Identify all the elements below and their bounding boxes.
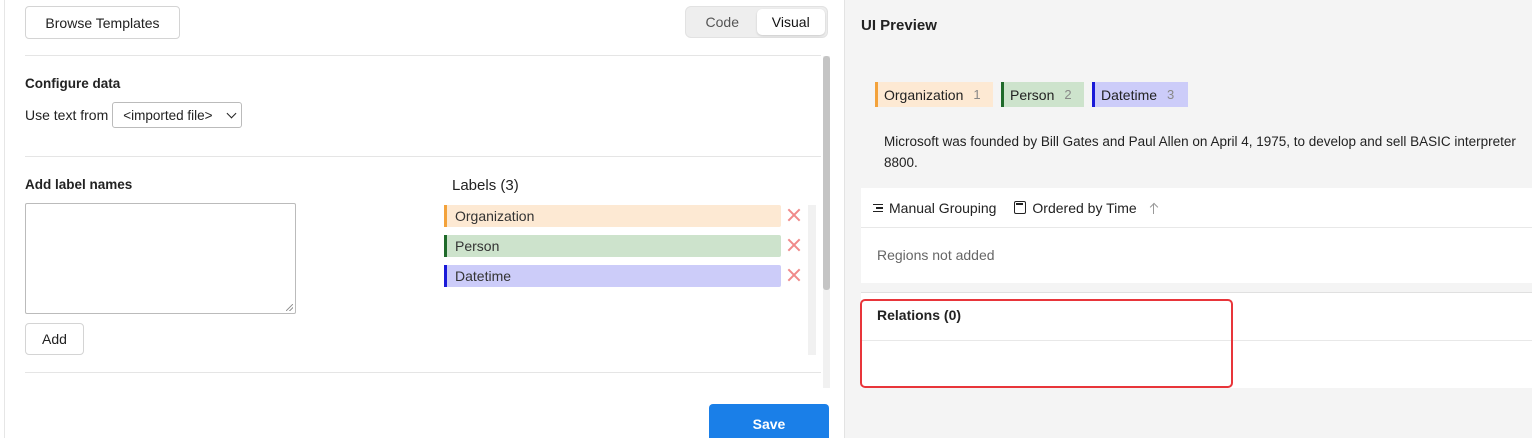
config-scrollbar[interactable] <box>823 56 830 388</box>
save-button[interactable]: Save <box>709 404 829 438</box>
manual-grouping-label: Manual Grouping <box>889 199 997 216</box>
chip-color-bar <box>875 82 878 107</box>
chip-hotkey: 2 <box>1064 87 1072 102</box>
regions-empty-text: Regions not added <box>877 247 995 263</box>
ordered-by-time-button[interactable]: Ordered by Time <box>1032 200 1136 216</box>
browse-templates-button[interactable]: Browse Templates <box>25 6 180 39</box>
highlight-annotation <box>860 299 1233 388</box>
chip-name: Organization <box>884 86 964 103</box>
sort-arrow-up-icon[interactable] <box>1149 202 1159 214</box>
source-select[interactable]: <imported file> <box>112 102 243 128</box>
chip-hotkey: 3 <box>1167 87 1175 102</box>
use-text-row: Use text from <imported file> <box>25 102 243 128</box>
regions-toolbar: Manual Grouping Ordered by Time <box>861 188 1532 228</box>
label-chip-organization[interactable]: Organization 1 <box>875 82 993 107</box>
app-root: Browse Templates Code Visual Configure d… <box>0 0 1532 438</box>
config-panel: Browse Templates Code Visual Configure d… <box>4 0 844 438</box>
labels-scrollbar[interactable] <box>808 205 816 355</box>
chip-name: Datetime <box>1101 86 1158 103</box>
label-color-bar <box>444 265 447 287</box>
delete-label-datetime-icon[interactable] <box>787 268 801 282</box>
resize-handle-icon[interactable] <box>286 304 293 311</box>
labels-title: Labels (3) <box>452 177 519 194</box>
preview-title: UI Preview <box>861 17 937 34</box>
mode-toggle: Code Visual <box>685 6 828 38</box>
divider <box>25 372 821 373</box>
label-name: Organization <box>455 208 535 224</box>
label-item-organization[interactable]: Organization <box>444 205 781 227</box>
chip-color-bar <box>1092 82 1095 107</box>
label-name: Person <box>455 238 500 254</box>
label-names-textarea[interactable] <box>25 203 296 314</box>
divider <box>25 156 821 157</box>
divider <box>25 55 821 56</box>
label-item-datetime[interactable]: Datetime <box>444 265 781 287</box>
label-color-bar <box>444 235 447 257</box>
label-item-person[interactable]: Person <box>444 235 781 257</box>
label-chip-person[interactable]: Person 2 <box>1001 82 1084 107</box>
label-name: Datetime <box>455 268 512 284</box>
delete-label-organization-icon[interactable] <box>787 208 801 222</box>
preview-text[interactable]: Microsoft was founded by Bill Gates and … <box>884 131 1532 173</box>
chevron-down-icon <box>226 108 237 118</box>
mode-code-tab[interactable]: Code <box>688 9 757 35</box>
manual-grouping-button[interactable]: Manual Grouping <box>873 200 996 216</box>
preview-text-line: 8800. <box>884 155 918 170</box>
source-select-value: <imported file> <box>123 107 213 123</box>
chip-color-bar <box>1001 82 1004 107</box>
chip-name: Person <box>1010 86 1055 103</box>
list-lines-icon <box>873 203 883 213</box>
clock-box-icon <box>1014 201 1027 214</box>
preview-text-line: Microsoft was founded by Bill Gates and … <box>884 134 1516 149</box>
config-scrollbar-thumb[interactable] <box>823 56 830 290</box>
label-chip-datetime[interactable]: Datetime 3 <box>1092 82 1188 107</box>
add-label-names-title: Add label names <box>25 177 133 192</box>
add-label-button[interactable]: Add <box>25 323 84 355</box>
use-text-label: Use text from <box>25 107 109 123</box>
chip-hotkey: 1 <box>973 87 981 102</box>
delete-label-person-icon[interactable] <box>787 238 801 252</box>
configure-data-title: Configure data <box>25 76 121 91</box>
label-color-bar <box>444 205 447 227</box>
mode-visual-tab[interactable]: Visual <box>756 9 825 35</box>
regions-panel: Manual Grouping Ordered by Time Regions … <box>861 188 1532 283</box>
